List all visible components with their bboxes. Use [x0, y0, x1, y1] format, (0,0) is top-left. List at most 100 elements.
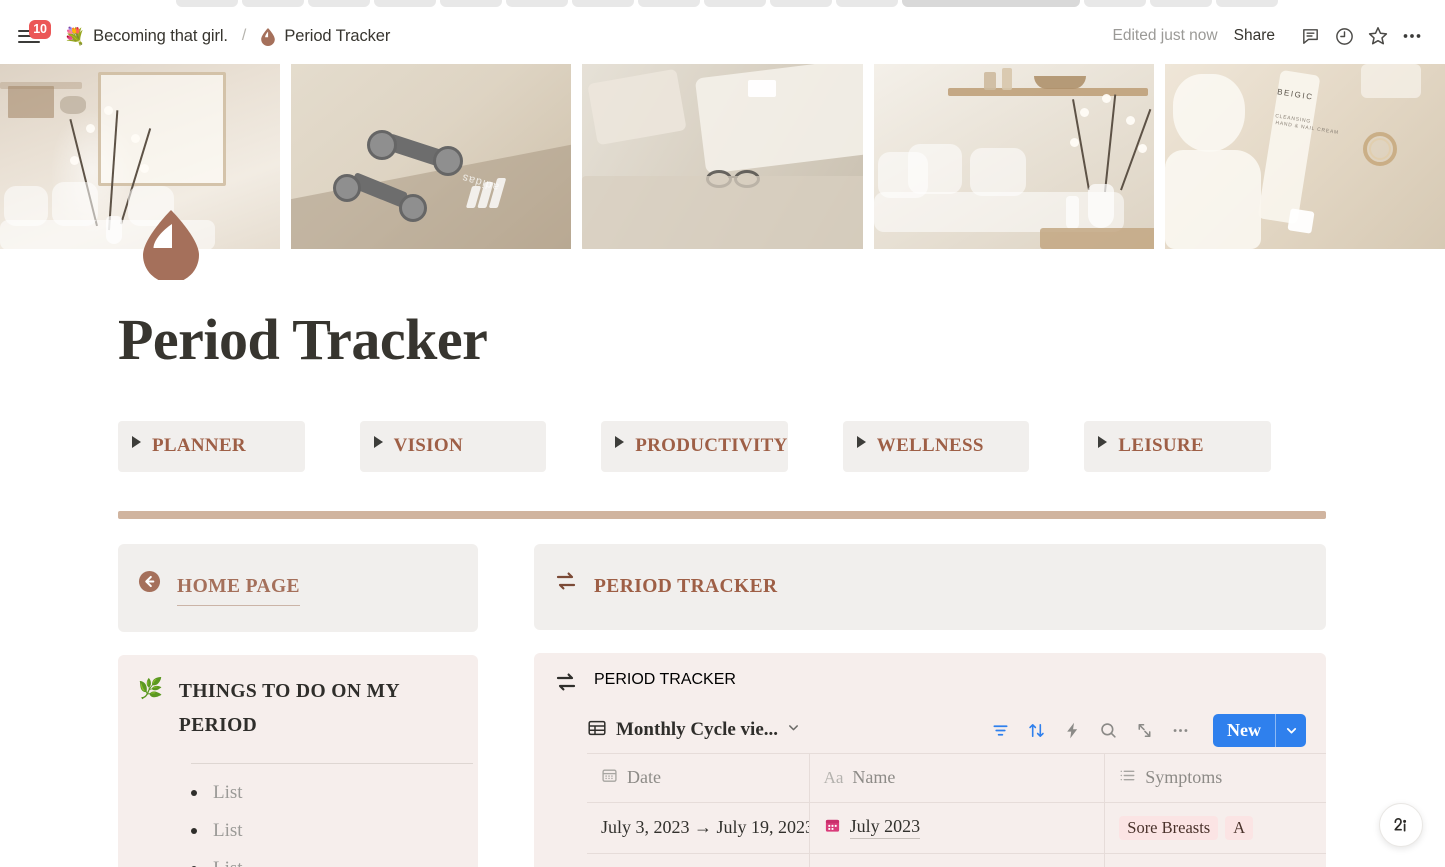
edited-status: Edited just now: [1112, 27, 1218, 44]
toggle-col: LEISURE: [1084, 421, 1326, 472]
toggle-label: PLANNER: [152, 435, 246, 456]
period-tracker-link-label[interactable]: PERIOD TRACKER: [594, 570, 777, 604]
breadcrumb-current-page[interactable]: Period Tracker: [284, 27, 390, 46]
cell-name[interactable]: July 2023: [810, 802, 1106, 853]
chevron-down-icon[interactable]: [1276, 714, 1306, 747]
browser-tab[interactable]: [638, 0, 700, 7]
triangle-right-icon[interactable]: [615, 436, 625, 448]
triangle-right-icon[interactable]: [373, 436, 383, 448]
browser-tab[interactable]: [770, 0, 832, 7]
sort-icon[interactable]: [1021, 715, 1051, 745]
sync-arrows-icon: [554, 570, 578, 601]
column-header-name[interactable]: Aa Name: [810, 753, 1106, 802]
callout-divider: [191, 763, 473, 765]
notification-badge[interactable]: 10: [29, 20, 51, 39]
automation-lightning-icon[interactable]: [1057, 715, 1087, 745]
browser-tab[interactable]: [440, 0, 502, 7]
home-page-callout[interactable]: HOME PAGE: [118, 543, 478, 632]
browser-tab[interactable]: [176, 0, 238, 7]
cell-symptoms[interactable]: Insomnia Cra: [1105, 854, 1326, 867]
page-content: Period Tracker PLANNER VISION PRODUCTIVI…: [0, 249, 1445, 867]
page-topbar: 10 💐 Becoming that girl. / Period Tracke…: [0, 8, 1445, 64]
calendar-emoji-icon: [824, 817, 841, 839]
breadcrumb-parent-link[interactable]: Becoming that girl.: [93, 27, 228, 46]
column-header-date[interactable]: Date: [587, 753, 810, 802]
period-tracker-link-callout[interactable]: PERIOD TRACKER: [534, 543, 1326, 630]
sidebar-toggle-button[interactable]: 10: [18, 20, 51, 48]
browser-tab[interactable]: [374, 0, 436, 7]
share-button[interactable]: Share: [1234, 27, 1275, 45]
browser-tab[interactable]: [572, 0, 634, 7]
table-row[interactable]: January 3, 2023 → January 5, 20 Jan 2023: [587, 852, 1326, 867]
database-header: PERIOD TRACKER: [534, 671, 1326, 698]
view-selector[interactable]: Monthly Cycle vie...: [587, 718, 800, 743]
toggle-productivity[interactable]: PRODUCTIVITY: [601, 421, 788, 472]
table-row[interactable]: July 3, 2023 → July 19, 2023 July 2023 S…: [587, 801, 1326, 853]
database-toolbar: Monthly Cycle vie... New: [534, 698, 1326, 753]
list-item-label: List: [213, 782, 243, 804]
toggle-wellness[interactable]: WELLNESS: [842, 421, 1030, 472]
page-title[interactable]: Period Tracker: [118, 306, 1445, 373]
browser-tab[interactable]: [1216, 0, 1278, 7]
cell-name-link[interactable]: July 2023: [849, 816, 921, 840]
toggle-leisure[interactable]: LEISURE: [1084, 421, 1271, 472]
triangle-right-icon[interactable]: [856, 436, 866, 448]
search-icon[interactable]: [1093, 715, 1123, 745]
bouquet-emoji-icon: 💐: [64, 26, 86, 46]
chevron-down-icon[interactable]: [787, 721, 800, 739]
cell-name[interactable]: Jan 2023: [810, 853, 1106, 867]
toggle-label: VISION: [393, 435, 463, 456]
toggle-label: LEISURE: [1118, 435, 1204, 456]
browser-tab[interactable]: [836, 0, 898, 7]
more-options-icon[interactable]: [1165, 715, 1195, 745]
cell-symptoms[interactable]: Sore Breasts A: [1105, 803, 1326, 853]
cover-image-beige-sofa: [873, 64, 1154, 249]
toggle-col: PLANNER: [118, 421, 360, 472]
browser-tab[interactable]: [506, 0, 568, 7]
back-arrow-circle-icon: [138, 570, 161, 602]
toggle-nav-row: PLANNER VISION PRODUCTIVITY WELLNESS LEI…: [118, 421, 1326, 472]
list-item[interactable]: List: [138, 850, 458, 867]
triangle-right-icon[interactable]: [132, 436, 141, 448]
cover-image-folded-clothes: [582, 64, 863, 249]
comment-icon[interactable]: [1293, 19, 1327, 53]
toggle-vision[interactable]: VISION: [359, 421, 547, 472]
browser-tab-active[interactable]: [902, 0, 1080, 7]
column-header-symptoms[interactable]: Symptoms: [1105, 754, 1326, 802]
browser-tab[interactable]: [242, 0, 304, 7]
browser-tab[interactable]: [1084, 0, 1146, 7]
bullet-dot-icon: [191, 790, 197, 797]
tag: A: [1225, 815, 1254, 840]
right-column: PERIOD TRACKER PERIOD TRACKER Monthly Cy…: [534, 543, 1326, 867]
cell-date[interactable]: January 3, 2023 → January 5, 20: [587, 853, 810, 867]
new-record-button[interactable]: New: [1213, 713, 1306, 747]
expand-icon[interactable]: [1129, 715, 1159, 745]
table-view-icon: [587, 718, 607, 743]
text-aa-icon: Aa: [823, 767, 844, 787]
toggle-planner[interactable]: PLANNER: [118, 421, 305, 472]
notion-page-window: 10 💐 Becoming that girl. / Period Tracke…: [0, 0, 1445, 867]
history-clock-icon[interactable]: [1327, 19, 1361, 53]
more-options-icon[interactable]: [1395, 19, 1429, 53]
notion-ai-button[interactable]: [1379, 803, 1423, 847]
browser-tab[interactable]: [704, 0, 766, 7]
star-icon[interactable]: [1361, 19, 1395, 53]
toggle-col: WELLNESS: [842, 421, 1085, 472]
triangle-right-icon[interactable]: [1098, 436, 1108, 448]
browser-tab[interactable]: [308, 0, 370, 7]
list-item-label: List: [213, 858, 243, 867]
things-todo-title: THINGS TO DO ON MY PERIOD: [178, 680, 400, 736]
list-item[interactable]: List: [138, 812, 458, 850]
page-droplet-icon[interactable]: [140, 208, 202, 283]
cell-date[interactable]: July 3, 2023 → July 19, 2023: [587, 802, 810, 853]
database-title: PERIOD TRACKER: [594, 670, 736, 688]
sync-arrows-icon: [554, 671, 578, 698]
toggle-col: VISION: [359, 421, 602, 472]
home-page-link[interactable]: HOME PAGE: [177, 570, 300, 606]
database-table: Date Aa Name Symptoms July 3, 2023 → Jul…: [587, 752, 1326, 867]
list-item[interactable]: List: [138, 774, 458, 812]
filter-icon[interactable]: [985, 715, 1015, 745]
breadcrumb-separator: /: [241, 27, 247, 44]
browser-tab[interactable]: [1150, 0, 1212, 7]
tag: Sore Breasts: [1119, 815, 1219, 840]
